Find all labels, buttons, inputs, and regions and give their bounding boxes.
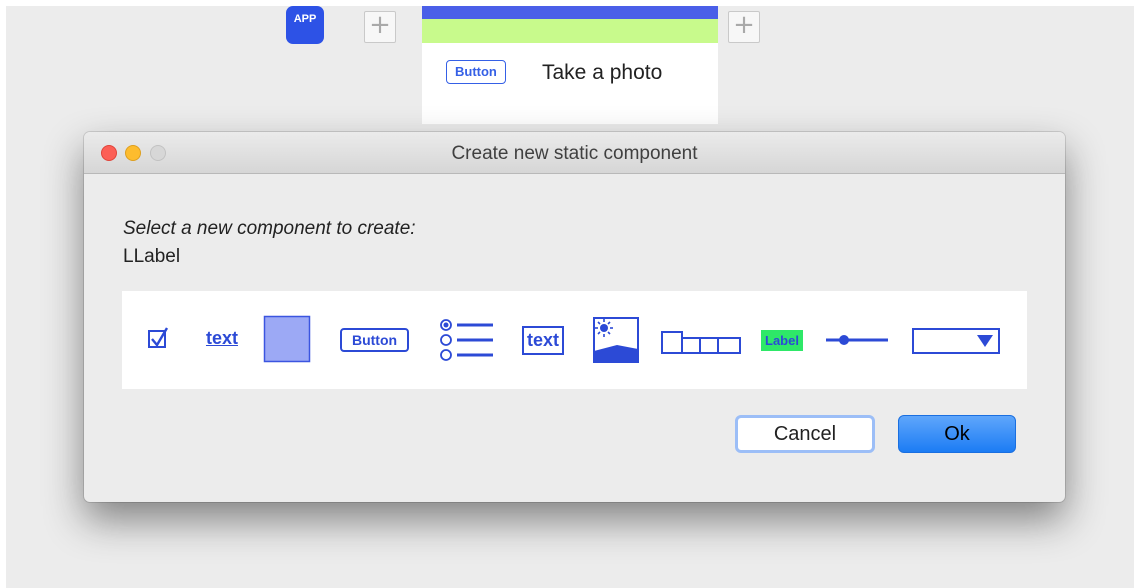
palette-item-panel[interactable] bbox=[263, 315, 311, 363]
dialog-titlebar: Create new static component bbox=[84, 132, 1065, 174]
component-palette: text Button text Label bbox=[122, 291, 1027, 389]
palette-item-image[interactable] bbox=[592, 317, 640, 363]
palette-item-label[interactable]: Label bbox=[754, 328, 810, 352]
palette-item-radio-list[interactable] bbox=[437, 318, 497, 362]
palette-item-button[interactable]: Button bbox=[332, 326, 417, 354]
text-field-icon: text bbox=[521, 325, 564, 355]
plus-icon: + bbox=[369, 10, 391, 40]
dropdown-icon bbox=[912, 328, 1000, 354]
palette-item-slider[interactable] bbox=[824, 331, 890, 349]
create-component-dialog: Create new static component Select a new… bbox=[84, 132, 1065, 502]
palette-item-dropdown[interactable] bbox=[912, 327, 1002, 355]
app-icon[interactable]: APP bbox=[286, 6, 324, 44]
plus-icon: + bbox=[733, 10, 755, 40]
preview-label: Take a photo bbox=[542, 61, 663, 84]
preview-button[interactable]: Button bbox=[446, 60, 506, 84]
palette-item-tabs[interactable] bbox=[660, 327, 742, 355]
cancel-button[interactable]: Cancel bbox=[735, 415, 875, 453]
link-text-icon: text bbox=[205, 327, 238, 348]
slider-icon bbox=[826, 335, 888, 345]
add-screen-left-button[interactable]: + bbox=[364, 11, 396, 43]
tabs-icon bbox=[661, 331, 741, 354]
panel-icon bbox=[263, 315, 311, 363]
dialog-prompt: Select a new component to create: bbox=[123, 218, 416, 239]
add-screen-right-button[interactable]: + bbox=[728, 11, 760, 43]
app-icon-label: APP bbox=[293, 13, 317, 25]
preview-header-bar bbox=[422, 19, 718, 43]
label-icon: Label bbox=[761, 329, 803, 351]
checkbox-icon bbox=[148, 327, 169, 348]
palette-item-checkbox[interactable] bbox=[146, 324, 170, 352]
screen-preview: Button Take a photo bbox=[422, 6, 718, 124]
ok-button[interactable]: Ok bbox=[898, 415, 1016, 453]
dialog-title: Create new static component bbox=[451, 143, 698, 164]
preview-status-bar bbox=[422, 6, 718, 19]
image-icon bbox=[593, 317, 639, 363]
radio-list-icon bbox=[440, 319, 493, 361]
button-icon: Button bbox=[339, 328, 410, 352]
palette-item-text-field[interactable]: text bbox=[517, 322, 569, 358]
selected-component-name: LLabel bbox=[123, 246, 181, 267]
palette-item-link[interactable]: text bbox=[197, 324, 247, 352]
